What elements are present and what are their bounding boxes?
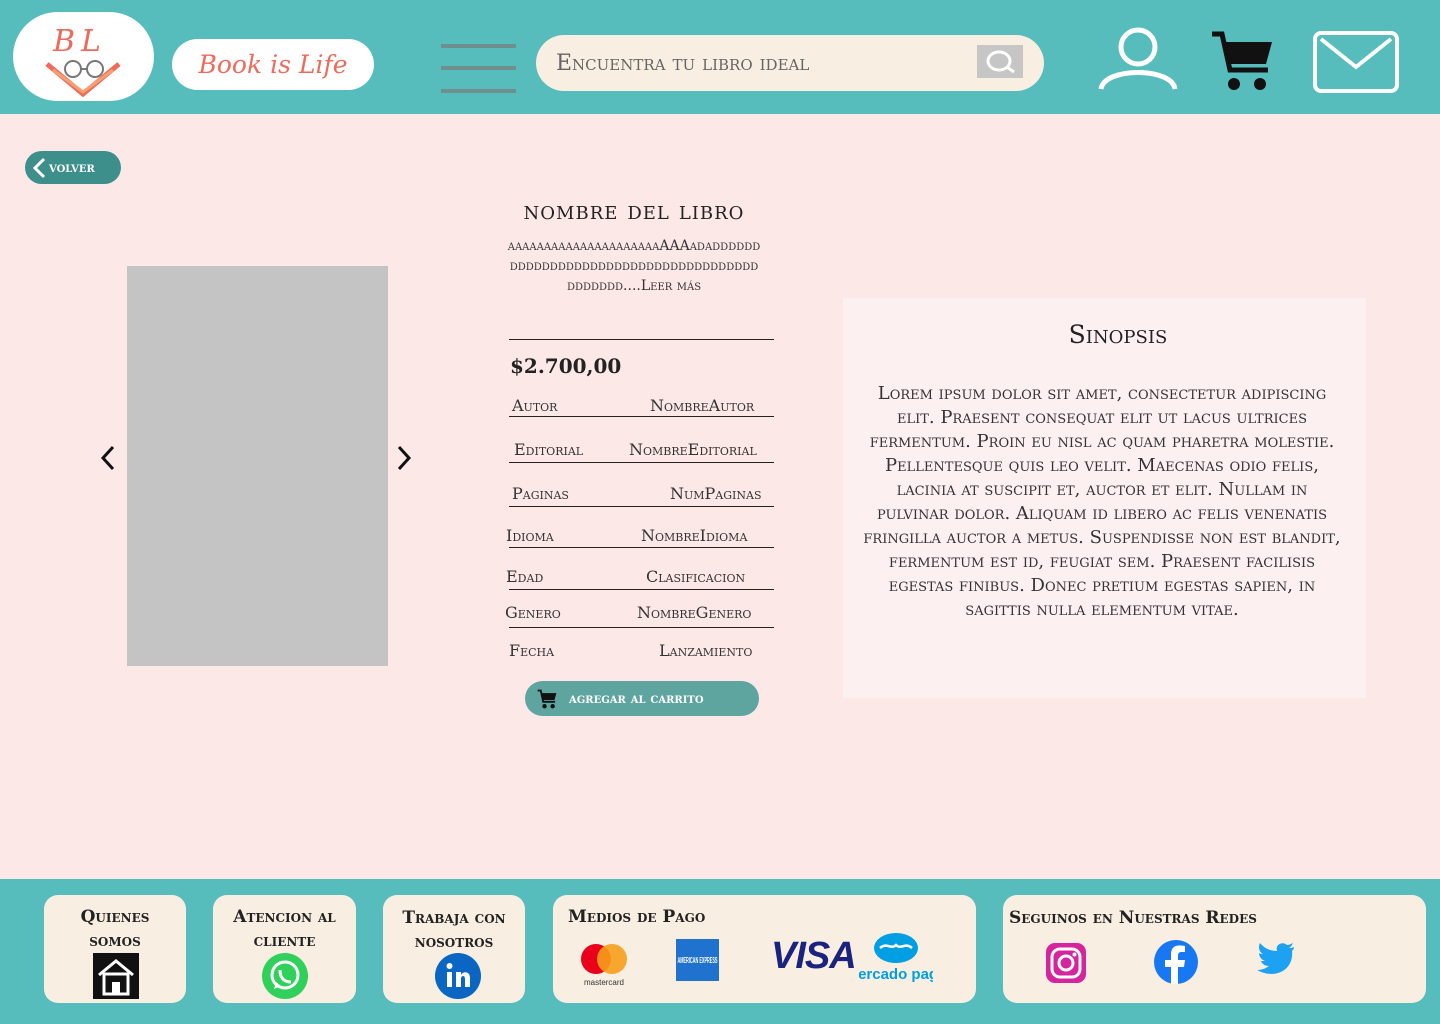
spec-label-autor: Autor: [512, 396, 558, 415]
book-cover-image: [127, 266, 388, 666]
footer-social-card: Seguinos en Nuestras Redes: [1003, 895, 1426, 1003]
logo[interactable]: BL: [13, 12, 154, 101]
spec-label-idioma: Idioma: [506, 526, 554, 545]
synopsis-title: Sinopsis: [1068, 320, 1168, 349]
add-to-cart-button[interactable]: agregar al carrito: [525, 681, 759, 716]
spec-label-edad: Edad: [506, 567, 544, 586]
whatsapp-icon[interactable]: [262, 953, 308, 999]
spec-label-editorial: Editorial: [514, 440, 584, 459]
home-icon[interactable]: [93, 953, 139, 999]
divider: [509, 547, 774, 548]
divider: [509, 462, 774, 463]
logo-letters: BL: [53, 24, 107, 59]
divider: [509, 589, 774, 590]
spec-label-fecha: Fecha: [509, 641, 555, 660]
amex-icon: AMERICAN EXPRESS: [676, 939, 719, 981]
synopsis-panel: Sinopsis Lorem ipsum dolor sit amet, con…: [843, 298, 1366, 698]
footer-about-title: Quienes somos: [80, 907, 150, 951]
carousel-next-icon[interactable]: [394, 444, 414, 472]
mastercard-label: mastercard: [584, 978, 624, 987]
instagram-icon[interactable]: [1046, 943, 1086, 983]
spec-value-paginas: NumPaginas: [670, 484, 762, 503]
footer-payments-card: Medios de Pago mastercard AMERICAN EXPRE…: [553, 895, 976, 1003]
back-button[interactable]: volver: [25, 151, 121, 184]
spec-value-genero: NombreGenero: [637, 603, 752, 622]
footer-support-card[interactable]: Atencion al cliente: [213, 895, 356, 1003]
footer: Quienes somos Atencion al cliente Trabaj…: [0, 879, 1440, 1024]
footer-payments-title: Medios de Pago: [568, 907, 706, 927]
cart-icon: [537, 689, 557, 708]
twitter-icon[interactable]: [1257, 943, 1295, 977]
footer-social-title: Seguinos en Nuestras Redes: [1009, 908, 1257, 928]
book-title: nombre del libro: [523, 196, 745, 225]
amex-label: AMERICAN EXPRESS: [678, 956, 718, 965]
divider: [509, 627, 774, 628]
footer-jobs-title: Trabaja con nosotros: [402, 908, 506, 952]
mail-icon[interactable]: [1313, 31, 1399, 93]
spec-value-editorial: NombreEditorial: [629, 440, 757, 459]
book-price: $2.700,00: [510, 354, 622, 378]
linkedin-icon[interactable]: [435, 953, 481, 999]
search-icon: [986, 50, 1015, 73]
divider: [509, 416, 774, 417]
back-label: volver: [49, 159, 95, 176]
search-bar: [536, 35, 1044, 91]
mastercard-icon: mastercard: [581, 944, 627, 987]
spec-value-idioma: NombreIdioma: [641, 526, 748, 545]
facebook-icon[interactable]: [1154, 940, 1198, 984]
book-glasses-icon: [45, 60, 121, 98]
mercadopago-icon: mercado pago: [859, 933, 933, 983]
cart-icon[interactable]: [1210, 30, 1274, 92]
spec-value-autor: NombreAutor: [650, 396, 755, 415]
menu-icon[interactable]: [441, 44, 516, 94]
divider: [509, 339, 774, 340]
search-button[interactable]: [977, 45, 1023, 78]
footer-support-title: Atencion al cliente: [233, 907, 336, 951]
carousel-prev-icon[interactable]: [98, 444, 118, 472]
spec-label-genero: Genero: [505, 603, 561, 622]
user-icon[interactable]: [1098, 27, 1178, 91]
synopsis-text: Lorem ipsum dolor sit amet, consectetur …: [863, 383, 1341, 620]
footer-jobs-card[interactable]: Trabaja con nosotros: [383, 895, 525, 1003]
add-to-cart-label: agregar al carrito: [569, 690, 704, 707]
search-input[interactable]: [556, 43, 976, 83]
book-description: aaaaaaaaaaaaaaaaaaaaaAAAadaddddddddddddd…: [507, 238, 761, 294]
brand-name: Book is Life: [198, 50, 348, 79]
divider: [509, 506, 774, 507]
footer-about-card[interactable]: Quienes somos: [44, 895, 186, 1003]
chevron-left-icon: [32, 157, 46, 178]
header: BL Book is Life: [0, 0, 1440, 114]
mercadopago-label: mercado pago: [859, 966, 933, 983]
visa-label: VISA: [771, 935, 857, 977]
spec-value-fecha: Lanzamiento: [659, 641, 753, 660]
spec-value-edad: Clasificacion: [646, 567, 746, 586]
spec-label-paginas: Paginas: [512, 484, 569, 503]
brand-pill[interactable]: Book is Life: [172, 39, 374, 90]
